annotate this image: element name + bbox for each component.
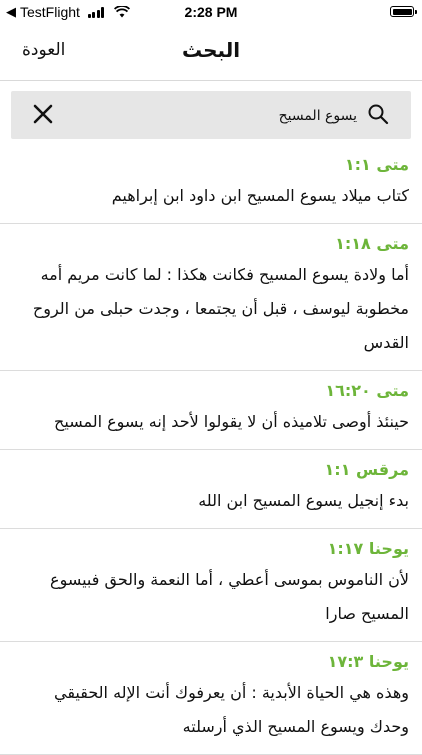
search-bar [11,91,411,139]
verse-reference: يوحنا ١٧:٣ [327,652,409,671]
verse-reference: مرقس ١:١ [324,460,409,479]
result-item[interactable]: يوحنا ١٧:٣ وهذه هي الحياة الأبدية : أن ي… [0,642,422,755]
verse-text: حينئذ أوصى تلاميذه أن لا يقولوا لأحد إنه… [54,412,409,431]
result-item[interactable]: يوحنا ١:١٧ لأن الناموس بموسى أعطي ، أما … [0,529,422,642]
verse-reference: يوحنا ١:١٧ [327,539,409,558]
verse-reference: متى ١٦:٢٠ [325,381,409,400]
verse-text: لأن الناموس بموسى أعطي ، أما النعمة والح… [50,570,409,623]
result-item[interactable]: مرقس ١:١ بدء إنجيل يسوع المسيح ابن الله [0,450,422,529]
verse-reference: متى ١:١ [344,155,409,174]
search-icon [368,104,389,125]
verse-reference: متى ١:١٨ [335,234,409,253]
search-input[interactable] [125,101,359,131]
verse-text: أما ولادة يسوع المسيح فكانت هكذا : لما ك… [32,265,409,352]
result-item[interactable]: متى ١:١٨ أما ولادة يسوع المسيح فكانت هكذ… [0,224,422,371]
status-time: 2:28 PM [184,4,238,20]
page-title: البحث [181,38,241,62]
result-item[interactable]: متى ١:١ كتاب ميلاد يسوع المسيح ابن داود … [0,145,422,224]
results-list: متى ١:١ كتاب ميلاد يسوع المسيح ابن داود … [0,145,422,755]
battery-icon [390,6,417,17]
close-icon[interactable] [31,102,55,126]
result-item[interactable]: متى ١٦:٢٠ حينئذ أوصى تلاميذه أن لا يقولو… [0,371,422,450]
verse-text: وهذه هي الحياة الأبدية : أن يعرفوك أنت ا… [54,683,409,736]
verse-text: كتاب ميلاد يسوع المسيح ابن داود ابن إبرا… [111,186,409,205]
verse-text: بدء إنجيل يسوع المسيح ابن الله [198,491,409,510]
navigation-bar: العودة البحث [0,24,422,81]
status-bar: ◀ TestFlight 2:28 PM [0,0,422,24]
